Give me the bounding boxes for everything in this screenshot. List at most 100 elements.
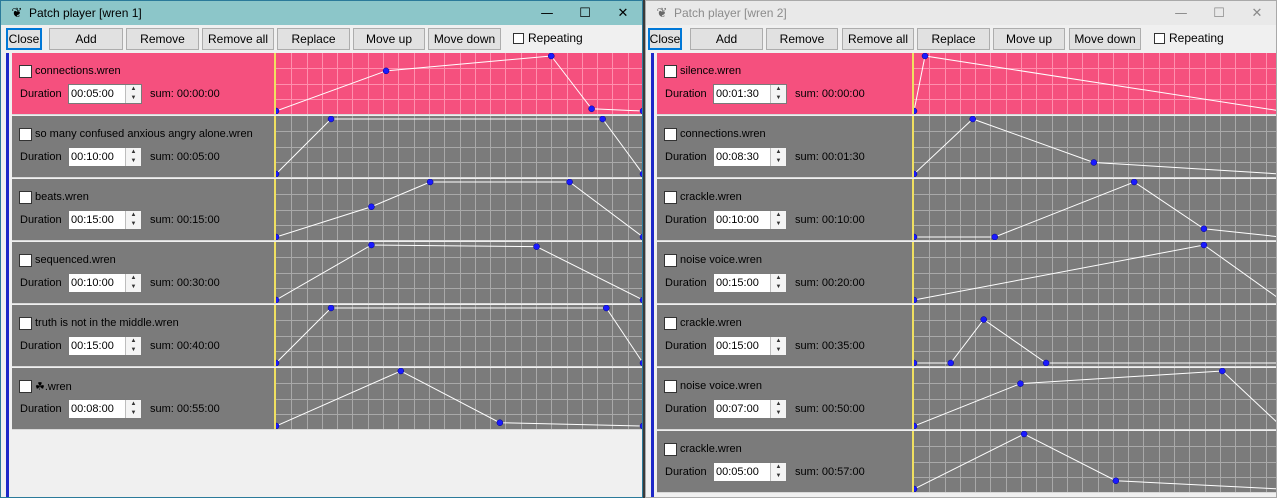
row-checkbox[interactable] bbox=[664, 128, 677, 141]
envelope-point[interactable] bbox=[533, 243, 540, 250]
spin-down-arrow-icon[interactable]: ▼ bbox=[770, 346, 786, 355]
duration-value[interactable]: 00:08:00 bbox=[71, 403, 114, 415]
envelope-point[interactable] bbox=[639, 422, 643, 429]
row-checkbox[interactable] bbox=[664, 443, 677, 456]
envelope-editor[interactable] bbox=[274, 305, 643, 366]
repeating-check-box[interactable] bbox=[513, 32, 524, 44]
envelope-graph[interactable] bbox=[276, 53, 643, 114]
envelope-point[interactable] bbox=[496, 419, 504, 426]
envelope-point[interactable] bbox=[276, 422, 280, 429]
patch-row[interactable]: noise voice.wren Duration 00:07:00 ▲ ▼ s… bbox=[657, 368, 1276, 430]
duration-spinbox[interactable]: 00:05:00 ▲ ▼ bbox=[713, 462, 787, 482]
envelope-editor[interactable] bbox=[912, 53, 1277, 114]
patch-row[interactable]: ☘.wren Duration 00:08:00 ▲ ▼ sum: 00:55:… bbox=[12, 368, 642, 430]
row-checkbox[interactable] bbox=[664, 317, 677, 330]
patch-row[interactable]: truth is not in the middle.wren Duration… bbox=[12, 305, 642, 367]
duration-spinbox[interactable]: 00:10:00 ▲ ▼ bbox=[713, 210, 787, 230]
duration-value[interactable]: 00:05:00 bbox=[71, 88, 114, 100]
spin-down-arrow-icon[interactable]: ▼ bbox=[125, 157, 141, 166]
duration-value[interactable]: 00:15:00 bbox=[716, 277, 759, 289]
envelope-point[interactable] bbox=[914, 422, 918, 429]
envelope-point[interactable] bbox=[566, 179, 573, 186]
envelope-graph[interactable] bbox=[914, 368, 1277, 429]
spin-down-arrow-icon[interactable]: ▼ bbox=[770, 94, 786, 103]
title-bar[interactable]: ❦ Patch player [wren 1] — ☐ ✕ bbox=[1, 1, 642, 25]
envelope-point[interactable] bbox=[991, 233, 998, 240]
duration-spinbox[interactable]: 00:07:00 ▲ ▼ bbox=[713, 399, 787, 419]
envelope-point[interactable] bbox=[276, 296, 280, 303]
envelope-graph[interactable] bbox=[276, 179, 643, 240]
envelope-point[interactable] bbox=[276, 233, 280, 240]
envelope-point[interactable] bbox=[914, 359, 918, 366]
envelope-point[interactable] bbox=[1200, 242, 1208, 249]
spin-down-arrow-icon[interactable]: ▼ bbox=[125, 409, 141, 418]
envelope-point[interactable] bbox=[426, 179, 434, 186]
envelope-editor[interactable] bbox=[912, 242, 1277, 303]
duration-spinbox[interactable]: 00:15:00 ▲ ▼ bbox=[713, 336, 787, 356]
title-bar[interactable]: ❦ Patch player [wren 2] — ☐ ✕ bbox=[646, 1, 1276, 25]
duration-value[interactable]: 00:05:00 bbox=[716, 466, 759, 478]
envelope-graph[interactable] bbox=[914, 53, 1277, 114]
move-down-button[interactable]: Move down bbox=[428, 28, 501, 50]
patch-row[interactable]: crackle.wren Duration 00:15:00 ▲ ▼ sum: … bbox=[657, 305, 1276, 367]
envelope-graph[interactable] bbox=[914, 305, 1277, 366]
repeating-check-box[interactable] bbox=[1154, 32, 1165, 44]
patch-row[interactable]: crackle.wren Duration 00:10:00 ▲ ▼ sum: … bbox=[657, 179, 1276, 241]
envelope-graph[interactable] bbox=[914, 116, 1277, 177]
duration-value[interactable]: 00:07:00 bbox=[716, 403, 759, 415]
spin-down-arrow-icon[interactable]: ▼ bbox=[770, 472, 786, 481]
patch-row[interactable]: connections.wren Duration 00:05:00 ▲ ▼ s… bbox=[12, 53, 642, 115]
spin-down-arrow-icon[interactable]: ▼ bbox=[770, 157, 786, 166]
envelope-point[interactable] bbox=[382, 67, 390, 75]
envelope-editor[interactable] bbox=[912, 305, 1277, 366]
duration-spinbox[interactable]: 00:15:00 ▲ ▼ bbox=[68, 336, 142, 356]
maximize-icon[interactable]: ☐ bbox=[566, 1, 604, 25]
row-checkbox[interactable] bbox=[19, 380, 32, 393]
envelope-point[interactable] bbox=[368, 242, 375, 249]
envelope-point[interactable] bbox=[639, 296, 643, 303]
envelope-graph[interactable] bbox=[914, 431, 1277, 492]
duration-spinbox[interactable]: 00:10:00 ▲ ▼ bbox=[68, 273, 142, 293]
envelope-point[interactable] bbox=[368, 203, 375, 210]
envelope-graph[interactable] bbox=[276, 305, 643, 366]
envelope-point[interactable] bbox=[1090, 159, 1098, 166]
envelope-point[interactable] bbox=[639, 359, 643, 366]
envelope-graph[interactable] bbox=[276, 242, 643, 303]
repeating-checkbox[interactable]: Repeating bbox=[1154, 31, 1224, 45]
envelope-point[interactable] bbox=[914, 485, 918, 492]
envelope-graph[interactable] bbox=[914, 242, 1277, 303]
envelope-point[interactable] bbox=[921, 53, 929, 60]
envelope-editor[interactable] bbox=[274, 368, 643, 429]
envelope-point[interactable] bbox=[639, 170, 643, 177]
replace-button[interactable]: Replace bbox=[917, 28, 990, 50]
envelope-point[interactable] bbox=[599, 116, 606, 123]
envelope-point[interactable] bbox=[1042, 359, 1050, 366]
close-button[interactable]: Close bbox=[648, 28, 682, 50]
envelope-point[interactable] bbox=[603, 305, 610, 312]
envelope-point[interactable] bbox=[980, 316, 987, 323]
add-button[interactable]: Add bbox=[690, 28, 763, 50]
envelope-editor[interactable] bbox=[912, 116, 1277, 177]
envelope-point[interactable] bbox=[1200, 225, 1208, 232]
duration-value[interactable]: 00:01:30 bbox=[716, 88, 759, 100]
move-up-button[interactable]: Move up bbox=[353, 28, 425, 50]
duration-value[interactable]: 00:15:00 bbox=[716, 340, 759, 352]
envelope-point[interactable] bbox=[588, 105, 595, 113]
envelope-point[interactable] bbox=[969, 116, 976, 123]
spin-down-arrow-icon[interactable]: ▼ bbox=[125, 346, 141, 355]
move-down-button[interactable]: Move down bbox=[1069, 28, 1141, 50]
envelope-point[interactable] bbox=[1020, 431, 1028, 438]
row-checkbox[interactable] bbox=[664, 191, 677, 204]
envelope-editor[interactable] bbox=[274, 179, 643, 240]
duration-spinbox[interactable]: 00:01:30 ▲ ▼ bbox=[713, 84, 787, 104]
envelope-point[interactable] bbox=[1112, 477, 1120, 484]
row-checkbox[interactable] bbox=[19, 65, 32, 78]
patch-row[interactable]: crackle.wren Duration 00:05:00 ▲ ▼ sum: … bbox=[657, 431, 1276, 493]
envelope-point[interactable] bbox=[1219, 368, 1226, 375]
duration-spinbox[interactable]: 00:08:30 ▲ ▼ bbox=[713, 147, 787, 167]
duration-spinbox[interactable]: 00:05:00 ▲ ▼ bbox=[68, 84, 142, 104]
duration-value[interactable]: 00:10:00 bbox=[71, 277, 114, 289]
envelope-point[interactable] bbox=[914, 107, 918, 114]
envelope-editor[interactable] bbox=[912, 179, 1276, 240]
envelope-point[interactable] bbox=[914, 233, 918, 240]
